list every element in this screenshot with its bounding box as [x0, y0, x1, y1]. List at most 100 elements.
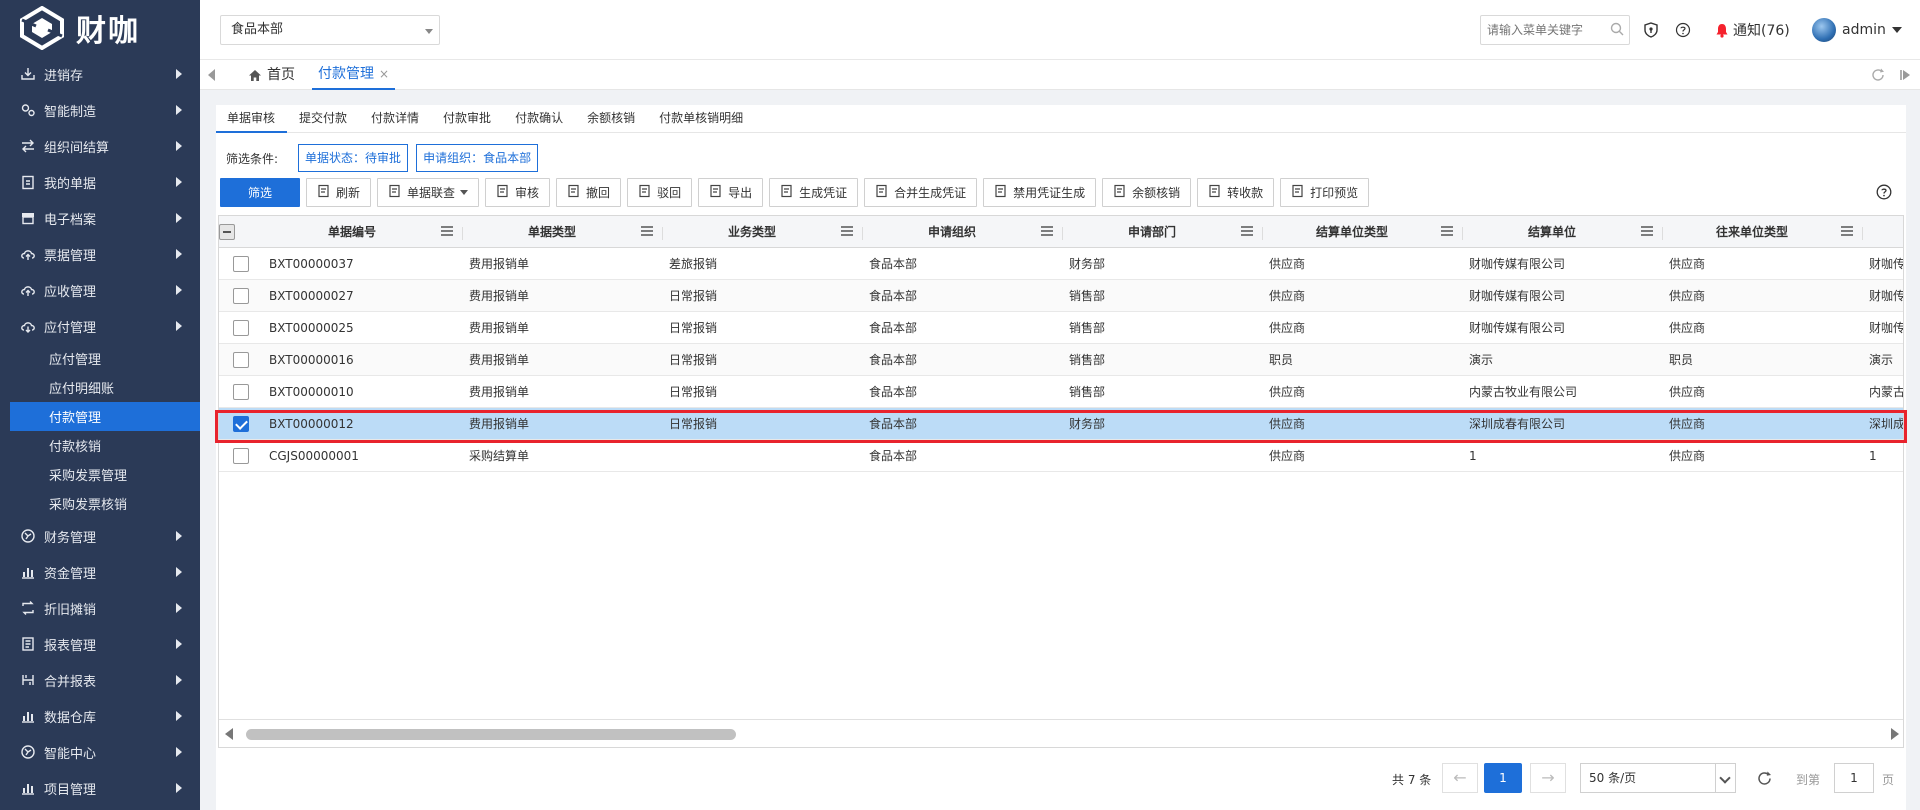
search-icon[interactable] — [1610, 22, 1624, 36]
sidebar-subitem-1[interactable]: 应付明细账 — [0, 373, 200, 402]
row-checkbox[interactable] — [233, 255, 249, 272]
refresh-icon[interactable] — [1870, 67, 1886, 83]
sidebar-subitem-2[interactable]: 付款管理 — [10, 402, 200, 431]
help-circle-icon[interactable] — [1675, 22, 1691, 38]
toolbar-button-8[interactable]: 合并生成凭证 — [864, 177, 978, 207]
table-row[interactable]: BXT00000016 费用报销单 日常报销 食品本部 销售部 职员 演示 职员 演示 — [219, 344, 1903, 376]
table-row[interactable]: BXT00000012 费用报销单 日常报销 食品本部 财务部 供应商 深圳成春有限公司 供应… — [219, 408, 1903, 440]
row-checkbox[interactable] — [233, 287, 249, 304]
menu-search-input[interactable] — [1480, 15, 1630, 45]
sidebar-item-items-6[interactable]: 应收管理 — [0, 272, 200, 308]
row-checkbox[interactable] — [233, 415, 249, 432]
toolbar-button-6[interactable]: 导出 — [698, 177, 764, 207]
subtab-1[interactable]: 提交付款 — [287, 105, 359, 133]
app-logo[interactable]: 财咖 — [0, 0, 200, 56]
subtab-0[interactable]: 单据审核 — [216, 105, 288, 133]
sidebar-item-items_after-4[interactable]: 合并报表 — [0, 662, 200, 698]
table-row[interactable]: BXT00000027 费用报销单 日常报销 食品本部 销售部 供应商 财咖传媒有限公司 供应… — [219, 280, 1903, 312]
sidebar-item-items-1[interactable]: 智能制造 — [0, 92, 200, 128]
scrollbar-thumb[interactable] — [246, 729, 736, 740]
tab-payment-management[interactable]: 付款管理 × — [312, 59, 396, 90]
help-circle-icon[interactable] — [1876, 184, 1892, 200]
sidebar-item-items-4[interactable]: 电子档案 — [0, 200, 200, 236]
column-header[interactable]: 往来单位类型 — [1663, 223, 1863, 240]
sidebar-item-items-7[interactable]: 应付管理 — [0, 308, 200, 344]
table-row[interactable]: CGJS00000001 采购结算单 食品本部 供应商 1 供应商 1 — [219, 440, 1903, 472]
toolbar-button-0[interactable]: 筛选 — [220, 177, 300, 207]
sidebar-item-items_after-7[interactable]: 项目管理 — [0, 770, 200, 806]
horizontal-scrollbar[interactable] — [219, 719, 1903, 747]
refresh-icon[interactable] — [1756, 770, 1773, 787]
sidebar-item-items-3[interactable]: 我的单据 — [0, 164, 200, 200]
toolbar-button-10[interactable]: 余额核销 — [1102, 177, 1192, 207]
column-menu-icon[interactable] — [841, 225, 853, 236]
filter-chip-org[interactable]: 申请组织：食品本部 — [416, 144, 539, 172]
column-header[interactable]: 单据编号 — [263, 223, 463, 240]
subtab-4[interactable]: 付款确认 — [503, 105, 575, 133]
sidebar-subitem-4[interactable]: 采购发票管理 — [0, 460, 200, 489]
page-size-select[interactable]: 50 条/页 — [1580, 763, 1736, 793]
column-menu-icon[interactable] — [641, 225, 653, 236]
table-row[interactable]: BXT00000010 费用报销单 日常报销 食品本部 销售部 供应商 内蒙古牧业有限公司 供… — [219, 376, 1903, 408]
column-header[interactable]: 业务类型 — [663, 223, 863, 240]
table-row[interactable]: BXT00000037 费用报销单 差旅报销 食品本部 财务部 供应商 财咖传媒有限公司 供应… — [219, 248, 1903, 280]
toolbar-button-12[interactable]: 打印预览 — [1280, 177, 1370, 207]
column-menu-icon[interactable] — [1641, 225, 1653, 236]
row-checkbox[interactable] — [233, 447, 249, 464]
row-checkbox[interactable] — [233, 319, 249, 336]
sidebar-subitem-5[interactable]: 采购发票核销 — [0, 489, 200, 518]
sidebar-item-items_after-3[interactable]: 报表管理 — [0, 626, 200, 662]
table-row[interactable]: BXT00000025 费用报销单 日常报销 食品本部 销售部 供应商 财咖传媒有限公司 供应… — [219, 312, 1903, 344]
org-select[interactable]: 食品本部 — [220, 15, 440, 45]
row-checkbox[interactable] — [233, 383, 249, 400]
subtab-2[interactable]: 付款详情 — [359, 105, 431, 133]
column-menu-icon[interactable] — [1241, 225, 1253, 236]
tab-home[interactable]: 首页 — [242, 60, 301, 90]
toolbar-button-2[interactable]: 单据联查 — [377, 177, 480, 207]
toolbar-button-1[interactable]: 刷新 — [306, 177, 372, 207]
scroll-left-icon[interactable] — [225, 728, 233, 740]
sidebar-item-items_after-6[interactable]: 智能中心 — [0, 734, 200, 770]
sidebar-item-items_after-0[interactable]: 财务管理 — [0, 518, 200, 554]
column-header[interactable]: 申请部门 — [1063, 223, 1263, 240]
pager-goto-input[interactable]: 1 — [1834, 763, 1874, 793]
column-menu-icon[interactable] — [1841, 225, 1853, 236]
tabs-scroll-left-icon[interactable] — [208, 69, 215, 81]
row-checkbox[interactable] — [233, 351, 249, 368]
tabs-scroll-right-icon[interactable] — [1900, 69, 1914, 81]
pager-prev-button[interactable]: ← — [1442, 763, 1478, 793]
sidebar-item-items_after-1[interactable]: 资金管理 — [0, 554, 200, 590]
pager-next-button[interactable]: → — [1530, 763, 1566, 793]
toolbar-button-4[interactable]: 撤回 — [556, 177, 622, 207]
select-all-checkbox[interactable] — [219, 223, 235, 240]
toolbar-button-7[interactable]: 生成凭证 — [769, 177, 859, 207]
subtab-6[interactable]: 付款单核销明细 — [647, 105, 755, 133]
sidebar-item-items-2[interactable]: 组织间结算 — [0, 128, 200, 164]
pager-page-1[interactable]: 1 — [1484, 763, 1522, 793]
column-menu-icon[interactable] — [441, 225, 453, 236]
subtab-3[interactable]: 付款审批 — [431, 105, 503, 133]
column-header[interactable]: 往 — [1863, 223, 1903, 240]
toolbar-button-3[interactable]: 审核 — [485, 177, 551, 207]
sidebar-item-items_after-2[interactable]: 折旧摊销 — [0, 590, 200, 626]
column-menu-icon[interactable] — [1041, 225, 1053, 236]
column-menu-icon[interactable] — [1441, 225, 1453, 236]
scroll-right-icon[interactable] — [1891, 728, 1899, 740]
sidebar-item-items-0[interactable]: 进销存 — [0, 56, 200, 92]
sidebar-item-items-5[interactable]: 票据管理 — [0, 236, 200, 272]
sidebar-subitem-0[interactable]: 应付管理 — [0, 344, 200, 373]
toolbar-button-11[interactable]: 转收款 — [1197, 177, 1275, 207]
shield-icon[interactable] — [1643, 22, 1659, 38]
sidebar-subitem-3[interactable]: 付款核销 — [0, 431, 200, 460]
sidebar-item-items_after-5[interactable]: 数据仓库 — [0, 698, 200, 734]
column-header[interactable]: 结算单位 — [1463, 223, 1663, 240]
close-icon[interactable]: × — [379, 59, 389, 89]
filter-chip-status[interactable]: 单据状态：待审批 — [298, 144, 409, 172]
column-header[interactable]: 申请组织 — [863, 223, 1063, 240]
toolbar-button-5[interactable]: 驳回 — [627, 177, 693, 207]
subtab-5[interactable]: 余额核销 — [575, 105, 647, 133]
toolbar-button-9[interactable]: 禁用凭证生成 — [983, 177, 1097, 207]
column-header[interactable]: 结算单位类型 — [1263, 223, 1463, 240]
notification-button[interactable]: 通知(76) — [1715, 20, 1790, 40]
column-header[interactable]: 单据类型 — [463, 223, 663, 240]
